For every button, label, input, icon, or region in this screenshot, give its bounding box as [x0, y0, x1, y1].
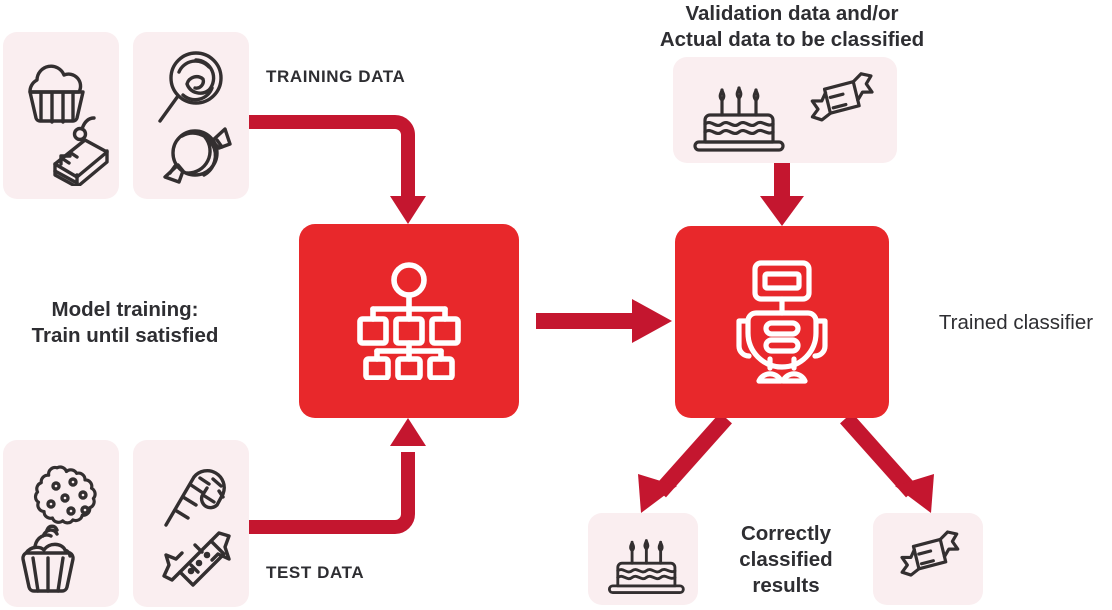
test-card-sweets	[3, 440, 119, 607]
model-to-classifier-arrow	[536, 299, 672, 343]
training-data-arrow	[248, 115, 426, 224]
model-training-box	[299, 224, 519, 418]
model-training-label: Model training: Train until satisfied	[31, 298, 219, 348]
trained-classifier-box	[675, 226, 889, 418]
birthday-cake-and-wrapped-candy-icons	[693, 72, 874, 152]
decision-tree-icon	[357, 262, 461, 380]
birthday-cake-icon	[608, 539, 685, 595]
wrapped-candy-icon	[900, 530, 960, 577]
training-card-sweets	[3, 32, 119, 199]
training-card-candy	[133, 32, 249, 199]
validation-data-label: Validation data and/or Actual data to be…	[659, 2, 925, 52]
cupcake-and-cake-slice-icons	[28, 64, 109, 186]
test-data-arrow	[248, 418, 426, 534]
correct-results-label: Correctly classified results	[739, 522, 833, 598]
classifier-to-cake-arrow	[638, 412, 732, 513]
result-card-cake	[588, 513, 698, 605]
cookie-and-frosted-cupcake-icons	[21, 464, 97, 593]
test-data-label: TEST DATA	[266, 563, 365, 582]
candy-cane-and-candy-bar-icons	[162, 468, 231, 587]
trained-classifier-label: Trained classifier	[938, 311, 1094, 334]
lollipop-and-round-candy-icons	[158, 50, 232, 184]
test-card-candy	[133, 440, 249, 607]
training-data-label: TRAINING DATA	[266, 67, 406, 86]
robot-icon	[736, 260, 828, 384]
classifier-to-candy-arrow	[840, 412, 934, 513]
result-card-candy	[873, 513, 983, 605]
diagram-canvas: TRAINING DATA Model training: Train unti…	[0, 0, 1112, 610]
validation-data-card	[673, 57, 897, 163]
validation-to-classifier-arrow	[760, 163, 804, 226]
